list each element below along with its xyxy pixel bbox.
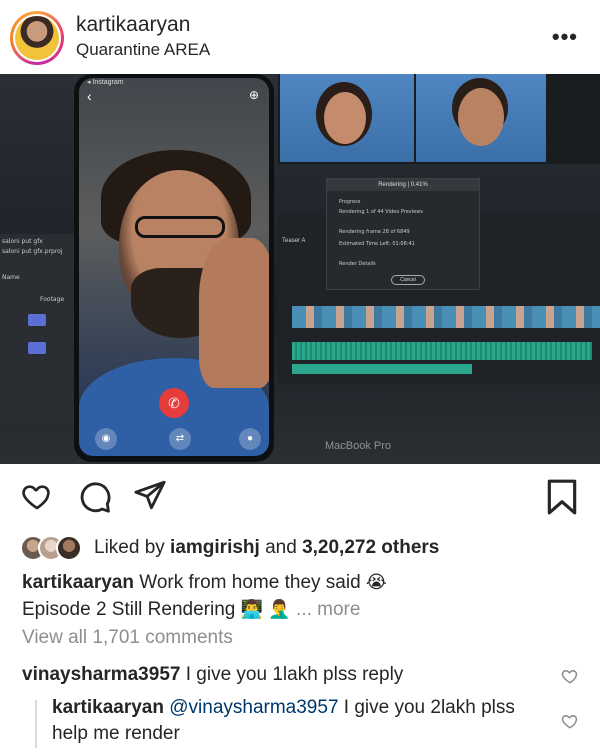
dialog-line: Render Details <box>339 261 376 267</box>
project-label: saloni put gfx <box>2 238 43 245</box>
likes-middle: and <box>259 537 303 558</box>
video-track <box>292 306 600 328</box>
likes-prefix: Liked by <box>94 537 171 558</box>
audio-track-2 <box>292 364 472 374</box>
footage-label: Footage <box>40 296 65 303</box>
profile-avatar-ring[interactable] <box>10 11 64 65</box>
post-header: kartikaaryan Quarantine AREA ••• <box>0 0 600 74</box>
post-photo[interactable]: saloni put gfx saloni put gfx.prproj Nam… <box>0 74 600 464</box>
dialog-line: Progress <box>339 199 361 205</box>
rendering-dialog: Rendering | 0.41% Progress Rendering 1 o… <box>326 178 480 290</box>
comment-icon[interactable] <box>78 480 112 514</box>
laptop-brand-label: MacBook Pro <box>325 440 392 452</box>
heart-icon[interactable] <box>20 480 54 512</box>
back-arrow-icon: ‹ <box>87 88 92 104</box>
folder-icon <box>28 314 46 326</box>
project-file-label: saloni put gfx.prproj <box>2 248 63 255</box>
project-panel: saloni put gfx saloni put gfx.prproj Nam… <box>0 234 80 424</box>
likes-row: Liked by iamgirishj and 3,20,272 others <box>20 533 600 563</box>
camera-icon: ◉ <box>95 428 117 450</box>
liker-avatar[interactable] <box>56 535 82 561</box>
likes-count[interactable]: 3,20,272 others <box>302 537 439 558</box>
reply-item: kartikaaryan @vinaysharma3957 I give you… <box>52 695 542 747</box>
avatar[interactable] <box>13 14 61 62</box>
mute-icon: ● <box>239 428 261 450</box>
dialog-line: Rendering 1 of 44 Video Previews <box>339 209 423 215</box>
dialog-line: Estimated Time Left: 01:06:41 <box>339 241 415 247</box>
end-call-icon: ✆ <box>159 388 189 418</box>
bookmark-icon[interactable] <box>546 478 578 516</box>
view-all-comments-link[interactable]: View all 1,701 comments <box>22 627 233 649</box>
caller-glasses <box>135 216 225 238</box>
comment-text: I give you 1lakh plss reply <box>180 664 404 685</box>
reply-thread-line <box>35 700 37 748</box>
column-name-label: Name <box>2 274 20 281</box>
technologist-emoji: 👨‍💻 <box>240 599 264 619</box>
sequence-label: Teaser A <box>282 238 306 244</box>
participant-face <box>324 92 366 144</box>
video-call-window <box>278 74 600 164</box>
reply-heart-icon[interactable] <box>561 712 579 730</box>
avatar-image <box>15 16 59 60</box>
caller-hand <box>199 238 269 388</box>
post-location[interactable]: Quarantine AREA <box>76 40 210 60</box>
caption-username[interactable]: kartikaaryan <box>22 572 134 593</box>
caption-text-line2: Episode 2 Still Rendering <box>22 599 241 620</box>
participant-face <box>458 88 504 146</box>
add-person-icon: ⊕ <box>248 88 259 102</box>
comment-heart-icon[interactable] <box>561 667 579 685</box>
app-label: ◂ Instagram <box>87 79 124 86</box>
dialog-cancel-button: Cancel <box>391 275 425 285</box>
phone-video-call: ◂ Instagram ‹ ⊕ ✆ ◉ ⇄ ● <box>74 74 274 462</box>
reply-username[interactable]: kartikaaryan <box>52 697 164 718</box>
liker-username[interactable]: iamgirishj <box>170 537 260 558</box>
likes-text[interactable]: Liked by iamgirishj and 3,20,272 others <box>94 537 439 559</box>
facepalm-emoji: 🤦‍♂️ <box>268 599 291 619</box>
caption-text: Work from home they said <box>133 572 366 593</box>
more-options-icon[interactable]: ••• <box>552 24 578 50</box>
audio-track <box>292 342 592 360</box>
crying-emoji: 😭 <box>365 572 387 592</box>
caption-more-link[interactable]: ... more <box>296 599 360 620</box>
video-tile-2 <box>416 74 546 162</box>
dialog-line: Rendering frame 28 of 6849 <box>339 229 410 235</box>
video-tile-1 <box>280 74 414 162</box>
comment-username[interactable]: vinaysharma3957 <box>22 664 180 685</box>
post-username[interactable]: kartikaaryan <box>76 13 190 37</box>
dialog-title: Rendering | 0.41% <box>327 179 479 191</box>
comment-item: vinaysharma3957 I give you 1lakh plss re… <box>22 662 542 688</box>
share-icon[interactable] <box>132 478 168 512</box>
post-caption: kartikaaryan Work from home they said 😭 … <box>22 569 592 623</box>
phone-screen: ◂ Instagram ‹ ⊕ ✆ ◉ ⇄ ● <box>79 78 269 456</box>
reply-mention[interactable]: @vinaysharma3957 <box>164 697 338 718</box>
flip-camera-icon: ⇄ <box>169 428 191 450</box>
post-actions <box>0 464 600 528</box>
folder-icon <box>28 342 46 354</box>
